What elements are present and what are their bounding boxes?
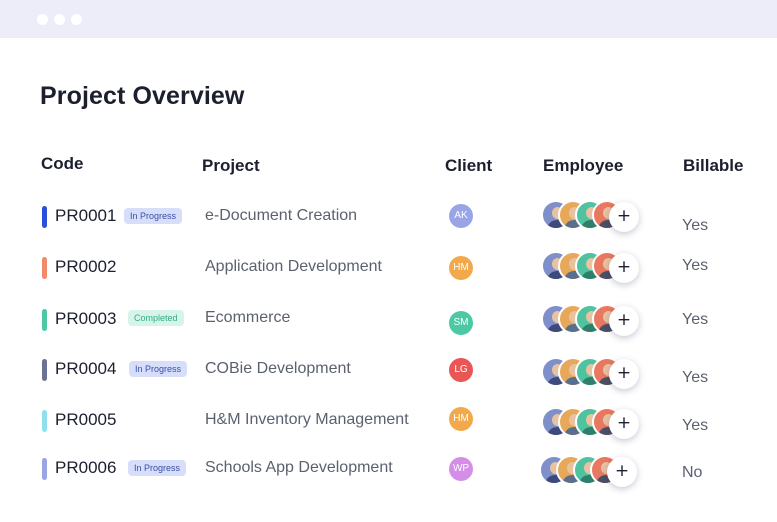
billable-value: Yes [682, 217, 709, 234]
billable-value: Yes [682, 369, 709, 386]
status-color-bar [42, 309, 47, 331]
window-titlebar [0, 0, 777, 38]
project-name[interactable]: COBie Development [205, 360, 351, 378]
project-name[interactable]: e-Document Creation [205, 207, 357, 225]
page-title: Project Overview [40, 82, 245, 110]
column-header-billable[interactable]: Billable [683, 156, 743, 176]
window-dot-icon [71, 14, 82, 25]
add-employee-button[interactable]: + [609, 306, 639, 336]
status-badge: In Progress [129, 361, 188, 377]
billable-value: No [682, 464, 703, 481]
project-name[interactable]: Application Development [205, 258, 382, 276]
client-avatar[interactable]: HM [449, 256, 473, 280]
client-avatar[interactable]: HM [449, 407, 473, 431]
add-employee-button[interactable]: + [609, 253, 639, 283]
project-name[interactable]: H&M Inventory Management [205, 411, 409, 429]
client-avatar[interactable]: SM [449, 311, 473, 335]
status-color-bar [42, 206, 47, 228]
status-badge: In Progress [128, 460, 187, 476]
column-header-project[interactable]: Project [202, 156, 260, 176]
billable-value: Yes [682, 417, 709, 434]
project-name[interactable]: Schools App Development [205, 459, 393, 477]
table-row[interactable]: PR0004 In Progress COBie Development LG + Yes [0, 349, 777, 389]
employee-avatar-group: + [541, 407, 639, 441]
client-avatar[interactable]: LG [449, 358, 473, 382]
window-dot-icon [54, 14, 65, 25]
status-color-bar [42, 458, 47, 480]
client-avatar[interactable]: AK [449, 204, 473, 228]
column-header-employee[interactable]: Employee [543, 156, 623, 176]
client-avatar[interactable]: WP [449, 457, 473, 481]
table-row[interactable]: PR0001 In Progress e-Document Creation AK + Y… [0, 196, 777, 236]
add-employee-button[interactable]: + [609, 359, 639, 389]
table-row[interactable]: PR0003 Completed Ecommerce SM + Yes [0, 298, 777, 338]
project-code[interactable]: PR0004 [55, 359, 116, 379]
project-code[interactable]: PR0002 [55, 257, 116, 277]
employee-avatar-group: + [539, 455, 637, 489]
project-name[interactable]: Ecommerce [205, 309, 290, 327]
add-employee-button[interactable]: + [607, 457, 637, 487]
project-code[interactable]: PR0001 [55, 206, 116, 226]
column-header-client[interactable]: Client [445, 156, 492, 176]
status-color-bar [42, 257, 47, 279]
status-badge: Completed [128, 310, 184, 326]
table-row[interactable]: PR0005 H&M Inventory Management HM + Yes [0, 400, 777, 440]
employee-avatar-group: + [541, 200, 639, 234]
billable-value: Yes [682, 257, 709, 274]
billable-value: Yes [682, 311, 709, 328]
status-color-bar [42, 410, 47, 432]
status-color-bar [42, 359, 47, 381]
project-code[interactable]: PR0005 [55, 410, 116, 430]
project-code[interactable]: PR0003 [55, 309, 116, 329]
add-employee-button[interactable]: + [609, 202, 639, 232]
table-row[interactable]: PR0002 Application Development HM + Yes [0, 247, 777, 287]
employee-avatar-group: + [541, 304, 639, 338]
add-employee-button[interactable]: + [609, 409, 639, 439]
employee-avatar-group: + [541, 357, 639, 391]
project-code[interactable]: PR0006 [55, 458, 116, 478]
table-row[interactable]: PR0006 In Progress Schools App Development… [0, 448, 777, 488]
employee-avatar-group: + [541, 251, 639, 285]
window-dot-icon [37, 14, 48, 25]
status-badge: In Progress [124, 208, 183, 224]
column-header-code[interactable]: Code [41, 154, 84, 174]
